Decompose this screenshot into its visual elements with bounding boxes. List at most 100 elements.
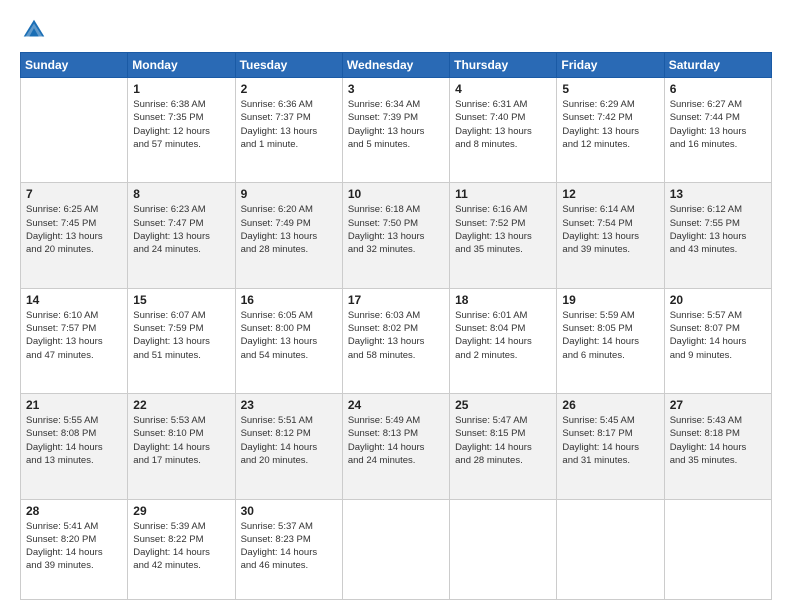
day-number: 16 [241,293,337,307]
calendar-table: SundayMondayTuesdayWednesdayThursdayFrid… [20,52,772,600]
day-info: Sunrise: 6:27 AM Sunset: 7:44 PM Dayligh… [670,98,766,151]
day-info: Sunrise: 6:36 AM Sunset: 7:37 PM Dayligh… [241,98,337,151]
day-info: Sunrise: 6:07 AM Sunset: 7:59 PM Dayligh… [133,309,229,362]
calendar-cell: 14Sunrise: 6:10 AM Sunset: 7:57 PM Dayli… [21,288,128,393]
day-info: Sunrise: 6:16 AM Sunset: 7:52 PM Dayligh… [455,203,551,256]
day-number: 2 [241,82,337,96]
calendar-cell: 18 Sunrise: 6:01 AM Sunset: 8:04 PM Dayli… [450,288,557,393]
day-number: 27 [670,398,766,412]
day-number: 26 [562,398,658,412]
day-number: 9 [241,187,337,201]
calendar-cell: 3 Sunrise: 6:34 AM Sunset: 7:39 PM Daylig… [342,78,449,183]
day-number: 11 [455,187,551,201]
calendar-cell: 8 Sunrise: 6:23 AM Sunset: 7:47 PM Daylig… [128,183,235,288]
weekday-header-wednesday: Wednesday [342,53,449,78]
day-number: 10 [348,187,444,201]
calendar-cell: 13 Sunrise: 6:12 AM Sunset: 7:55 PM Dayli… [664,183,771,288]
day-number: 30 [241,504,337,518]
day-info: Sunrise: 6:12 AM Sunset: 7:55 PM Dayligh… [670,203,766,256]
weekday-header-tuesday: Tuesday [235,53,342,78]
weekday-header-sunday: Sunday [21,53,128,78]
day-number: 18 [455,293,551,307]
calendar-cell: 15 Sunrise: 6:07 AM Sunset: 7:59 PM Dayli… [128,288,235,393]
day-info: Sunrise: 5:51 AM Sunset: 8:12 PM Dayligh… [241,414,337,467]
page: SundayMondayTuesdayWednesdayThursdayFrid… [0,0,792,612]
day-info: Sunrise: 5:59 AM Sunset: 8:05 PM Dayligh… [562,309,658,362]
day-info: Sunrise: 6:25 AM Sunset: 7:45 PM Dayligh… [26,203,122,256]
day-info: Sunrise: 6:34 AM Sunset: 7:39 PM Dayligh… [348,98,444,151]
day-info: Sunrise: 5:49 AM Sunset: 8:13 PM Dayligh… [348,414,444,467]
calendar-cell: 12 Sunrise: 6:14 AM Sunset: 7:54 PM Dayli… [557,183,664,288]
calendar-cell: 26 Sunrise: 5:45 AM Sunset: 8:17 PM Dayli… [557,394,664,499]
day-info: Sunrise: 6:01 AM Sunset: 8:04 PM Dayligh… [455,309,551,362]
day-number: 22 [133,398,229,412]
day-info: Sunrise: 5:45 AM Sunset: 8:17 PM Dayligh… [562,414,658,467]
calendar-cell: 22 Sunrise: 5:53 AM Sunset: 8:10 PM Dayli… [128,394,235,499]
header [20,16,772,44]
calendar-cell: 10 Sunrise: 6:18 AM Sunset: 7:50 PM Dayli… [342,183,449,288]
calendar-cell [342,499,449,600]
calendar-cell: 29 Sunrise: 5:39 AM Sunset: 8:22 PM Dayli… [128,499,235,600]
day-info: Sunrise: 5:39 AM Sunset: 8:22 PM Dayligh… [133,520,229,573]
calendar-cell: 7 Sunrise: 6:25 AM Sunset: 7:45 PM Daylig… [21,183,128,288]
day-number: 4 [455,82,551,96]
day-info: Sunrise: 5:47 AM Sunset: 8:15 PM Dayligh… [455,414,551,467]
day-info: Sunrise: 6:29 AM Sunset: 7:42 PM Dayligh… [562,98,658,151]
weekday-header-monday: Monday [128,53,235,78]
day-info: Sunrise: 5:57 AM Sunset: 8:07 PM Dayligh… [670,309,766,362]
day-number: 3 [348,82,444,96]
day-number: 7 [26,187,122,201]
day-info: Sunrise: 6:10 AM Sunset: 7:57 PM Dayligh… [26,309,122,362]
logo [20,16,52,44]
day-number: 12 [562,187,658,201]
weekday-header-thursday: Thursday [450,53,557,78]
day-info: Sunrise: 6:20 AM Sunset: 7:49 PM Dayligh… [241,203,337,256]
calendar-week-row: 7 Sunrise: 6:25 AM Sunset: 7:45 PM Daylig… [21,183,772,288]
calendar-cell [21,78,128,183]
day-number: 8 [133,187,229,201]
calendar-cell: 27 Sunrise: 5:43 AM Sunset: 8:18 PM Dayli… [664,394,771,499]
day-info: Sunrise: 6:23 AM Sunset: 7:47 PM Dayligh… [133,203,229,256]
calendar-cell: 28Sunrise: 5:41 AM Sunset: 8:20 PM Dayli… [21,499,128,600]
calendar-cell: 23Sunrise: 5:51 AM Sunset: 8:12 PM Dayli… [235,394,342,499]
calendar-cell: 21 Sunrise: 5:55 AM Sunset: 8:08 PM Dayli… [21,394,128,499]
day-number: 20 [670,293,766,307]
day-number: 6 [670,82,766,96]
day-info: Sunrise: 6:38 AM Sunset: 7:35 PM Dayligh… [133,98,229,151]
calendar-cell: 4 Sunrise: 6:31 AM Sunset: 7:40 PM Daylig… [450,78,557,183]
day-info: Sunrise: 5:37 AM Sunset: 8:23 PM Dayligh… [241,520,337,573]
day-number: 21 [26,398,122,412]
day-number: 13 [670,187,766,201]
calendar-cell: 6 Sunrise: 6:27 AM Sunset: 7:44 PM Daylig… [664,78,771,183]
day-info: Sunrise: 5:55 AM Sunset: 8:08 PM Dayligh… [26,414,122,467]
weekday-header-saturday: Saturday [664,53,771,78]
day-info: Sunrise: 5:43 AM Sunset: 8:18 PM Dayligh… [670,414,766,467]
day-number: 24 [348,398,444,412]
day-number: 1 [133,82,229,96]
day-info: Sunrise: 6:18 AM Sunset: 7:50 PM Dayligh… [348,203,444,256]
day-number: 29 [133,504,229,518]
day-info: Sunrise: 6:14 AM Sunset: 7:54 PM Dayligh… [562,203,658,256]
weekday-header-friday: Friday [557,53,664,78]
calendar-cell: 25 Sunrise: 5:47 AM Sunset: 8:15 PM Dayli… [450,394,557,499]
day-number: 17 [348,293,444,307]
calendar-week-row: 14Sunrise: 6:10 AM Sunset: 7:57 PM Dayli… [21,288,772,393]
logo-icon [20,16,48,44]
day-info: Sunrise: 6:31 AM Sunset: 7:40 PM Dayligh… [455,98,551,151]
calendar-cell: 19Sunrise: 5:59 AM Sunset: 8:05 PM Dayli… [557,288,664,393]
calendar-header-row: SundayMondayTuesdayWednesdayThursdayFrid… [21,53,772,78]
calendar-cell: 2 Sunrise: 6:36 AM Sunset: 7:37 PM Daylig… [235,78,342,183]
day-number: 15 [133,293,229,307]
day-info: Sunrise: 5:53 AM Sunset: 8:10 PM Dayligh… [133,414,229,467]
calendar-week-row: 1 Sunrise: 6:38 AM Sunset: 7:35 PM Daylig… [21,78,772,183]
calendar-cell: 20 Sunrise: 5:57 AM Sunset: 8:07 PM Dayli… [664,288,771,393]
calendar-cell: 17Sunrise: 6:03 AM Sunset: 8:02 PM Dayli… [342,288,449,393]
calendar-cell: 1 Sunrise: 6:38 AM Sunset: 7:35 PM Daylig… [128,78,235,183]
day-number: 25 [455,398,551,412]
calendar-cell: 30 Sunrise: 5:37 AM Sunset: 8:23 PM Dayli… [235,499,342,600]
calendar-week-row: 21 Sunrise: 5:55 AM Sunset: 8:08 PM Dayli… [21,394,772,499]
calendar-cell: 9 Sunrise: 6:20 AM Sunset: 7:49 PM Daylig… [235,183,342,288]
day-info: Sunrise: 6:05 AM Sunset: 8:00 PM Dayligh… [241,309,337,362]
calendar-cell: 5Sunrise: 6:29 AM Sunset: 7:42 PM Daylig… [557,78,664,183]
calendar-week-row: 28Sunrise: 5:41 AM Sunset: 8:20 PM Dayli… [21,499,772,600]
